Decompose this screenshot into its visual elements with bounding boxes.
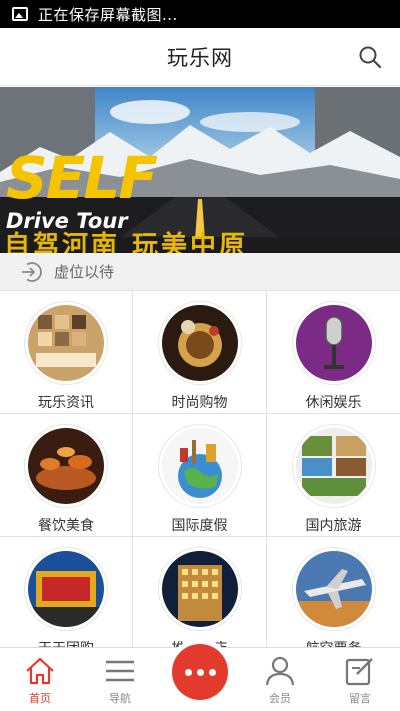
more-button[interactable] — [172, 644, 228, 700]
bottom-nav: 首页 导航 会员 留言 — [0, 644, 400, 711]
category-label: 国内旅游 — [305, 518, 362, 534]
search-icon[interactable] — [358, 45, 382, 69]
dot-icon — [184, 668, 192, 676]
app-header: 玩乐网 — [0, 28, 400, 86]
food-icon — [25, 425, 107, 507]
login-arrow-icon — [22, 261, 42, 282]
globe-icon — [158, 425, 241, 507]
nav-label: 导航 — [109, 692, 131, 705]
home-icon — [26, 657, 54, 685]
category-domestic[interactable]: 国内旅游 — [267, 414, 400, 537]
edit-icon — [345, 658, 373, 686]
nav-label: 首页 — [29, 692, 51, 705]
group-buy-icon — [25, 548, 107, 630]
status-text: 正在保存屏幕截图... — [38, 5, 178, 24]
notice-text: 虚位以待 — [54, 263, 115, 281]
promo-banner[interactable]: SELF Drive Tour 自驾河南 玩美中原 — [0, 87, 400, 253]
landscape-icon — [292, 425, 375, 507]
notice-bar[interactable]: 虚位以待 — [0, 253, 400, 291]
category-entertainment[interactable]: 休闲娱乐 — [267, 291, 400, 414]
category-international[interactable]: 国际度假 — [133, 414, 267, 537]
category-news[interactable]: 玩乐资讯 — [0, 291, 133, 414]
nav-label: 留言 — [349, 692, 371, 705]
category-group-buy[interactable]: 天天团购 — [0, 537, 133, 660]
user-icon — [265, 656, 295, 686]
dot-icon — [208, 668, 216, 676]
nav-message[interactable]: 留言 — [320, 648, 400, 711]
shopping-icon — [158, 302, 241, 384]
banner-subline: Drive Tour — [6, 209, 128, 233]
news-icon — [25, 302, 107, 384]
category-label: 餐饮美食 — [38, 518, 94, 534]
nav-label: 会员 — [269, 692, 291, 705]
banner-headline: SELF — [6, 144, 158, 212]
category-airline[interactable]: 航空票务 — [267, 537, 400, 660]
status-bar: 正在保存屏幕截图... — [0, 0, 400, 28]
page-title: 玩乐网 — [167, 45, 233, 70]
nav-member[interactable]: 会员 — [240, 648, 320, 711]
category-label: 玩乐资讯 — [38, 395, 94, 411]
image-icon — [12, 7, 28, 21]
category-grid: 玩乐资讯 时尚购物 休闲娱乐 餐饮美食 国际度假 国内旅游 — [0, 291, 400, 660]
nav-guide[interactable]: 导航 — [80, 648, 160, 711]
banner-caption: 自驾河南 玩美中原 — [4, 231, 249, 253]
dot-icon — [196, 668, 204, 676]
category-label: 休闲娱乐 — [305, 395, 362, 411]
category-hotel[interactable]: 推荐酒店 — [133, 537, 267, 660]
microphone-icon — [292, 302, 375, 384]
category-label: 时尚购物 — [171, 395, 228, 411]
airplane-icon — [292, 548, 375, 630]
category-shopping[interactable]: 时尚购物 — [133, 291, 267, 414]
menu-icon — [106, 660, 134, 682]
hotel-icon — [158, 548, 241, 630]
category-food[interactable]: 餐饮美食 — [0, 414, 133, 537]
nav-home[interactable]: 首页 — [0, 648, 80, 711]
nav-center — [160, 644, 240, 711]
category-label: 国际度假 — [171, 518, 228, 534]
